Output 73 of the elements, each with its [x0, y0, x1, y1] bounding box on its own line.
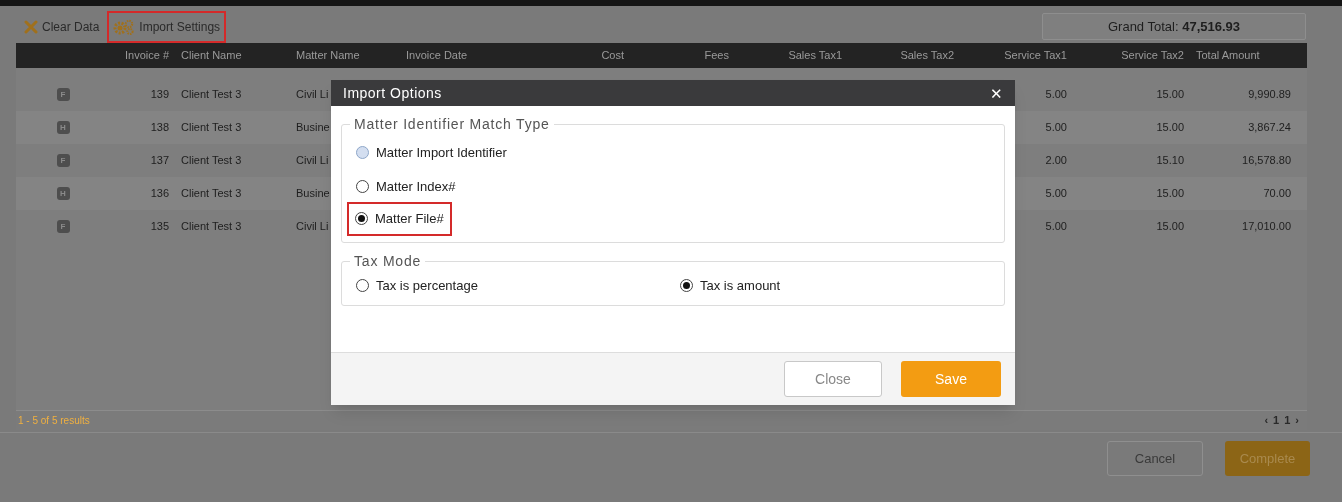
table-cell-text: Busine [295, 186, 331, 202]
group-legend: Matter Identifier Match Type [350, 114, 554, 135]
radio-option[interactable]: Matter File# [349, 204, 450, 234]
column-header: Matter Name [295, 48, 361, 64]
table-cell-text: 17,010.00 [1242, 219, 1291, 235]
type-badge: H [56, 187, 70, 200]
table-cell-text: 5.00 [1045, 219, 1067, 235]
dialog-button[interactable]: Close [784, 361, 882, 397]
dialog-button[interactable]: Save [901, 361, 1001, 397]
table-cell-text: Client Test 3 [180, 219, 243, 235]
type-badge: H [56, 121, 70, 134]
table-cell-text: 138 [149, 120, 170, 136]
column-header: Invoice # [123, 48, 170, 64]
radio-button[interactable] [356, 278, 369, 292]
table-cell-text: 136 [149, 186, 170, 202]
toolbar-button[interactable]: Import Settings [109, 13, 225, 41]
radio-option[interactable]: Tax is percentage [356, 275, 478, 295]
table-cell-text: Client Test 3 [180, 153, 243, 169]
column-header: Cost [600, 48, 625, 64]
radio-button[interactable] [356, 146, 369, 160]
table-cell-text: 15.00 [1156, 87, 1184, 103]
column-header: Sales Tax1 [787, 48, 843, 64]
table-cell-text: 9,990.89 [1248, 87, 1291, 103]
column-header: Sales Tax2 [899, 48, 955, 64]
pager-control[interactable]: 1 [1273, 412, 1280, 429]
radio-button[interactable] [355, 212, 368, 226]
column-header: Service Tax1 [1003, 48, 1068, 64]
radio-option[interactable]: Tax is amount [680, 275, 781, 295]
table-cell-text: 5.00 [1045, 120, 1067, 136]
column-header: Invoice Date [405, 48, 469, 64]
close-icon [24, 20, 38, 34]
table-cell-text: 70.00 [1263, 186, 1291, 202]
results-count: 1 - 5 of 5 results [18, 414, 90, 428]
column-header: Fees [703, 48, 730, 64]
column-header: Service Tax2 [1120, 48, 1185, 64]
table-cell-text: 16,578.80 [1242, 153, 1291, 169]
toolbar-button[interactable]: Clear Data [20, 13, 104, 41]
radio-button[interactable] [680, 278, 693, 292]
table-cell-text: 2.00 [1045, 153, 1067, 169]
gears-icon [113, 19, 136, 35]
table-cell-text: 15.10 [1156, 153, 1184, 169]
table-cell-text: 5.00 [1045, 186, 1067, 202]
footer-button[interactable]: Cancel [1107, 441, 1203, 476]
table-cell-text: 15.00 [1156, 186, 1184, 202]
table-cell-text: Busine [295, 120, 331, 136]
table-cell-text: Client Test 3 [180, 120, 243, 136]
type-badge: F [56, 220, 70, 233]
type-badge: F [56, 154, 70, 167]
table-cell-text: 137 [149, 153, 170, 169]
radio-option[interactable]: Matter Index# [356, 176, 456, 196]
radio-button[interactable] [356, 179, 369, 193]
pager-control[interactable]: ‹ [1264, 412, 1269, 429]
table-cell-text: 5.00 [1045, 87, 1067, 103]
type-badge: F [56, 88, 70, 101]
radio-option[interactable]: Matter Import Identifier [356, 143, 507, 163]
table-cell-text: Civil Li [295, 219, 330, 235]
table-cell-text: Client Test 3 [180, 186, 243, 202]
table-cell-text: Civil Li [295, 87, 330, 103]
group-legend: Tax Mode [350, 250, 426, 272]
pager-control[interactable]: 1 [1284, 412, 1291, 429]
table-cell-text: 139 [149, 87, 170, 103]
column-header: Client Name [180, 48, 243, 64]
grand-total: Grand Total: 47,516.93 [1042, 13, 1306, 40]
column-header: Total Amount [1195, 48, 1261, 64]
table-cell-text: Client Test 3 [180, 87, 243, 103]
table-cell-text: 15.00 [1156, 120, 1184, 136]
table-cell-text: 15.00 [1156, 219, 1184, 235]
close-button[interactable]: ✕ [990, 85, 1003, 101]
table-cell-text: 3,867.24 [1248, 120, 1291, 136]
table-cell-text: Civil Li [295, 153, 330, 169]
dialog-title: Import Options [343, 83, 442, 103]
table-cell-text: 135 [149, 219, 170, 235]
pager-control[interactable]: › [1295, 412, 1299, 429]
